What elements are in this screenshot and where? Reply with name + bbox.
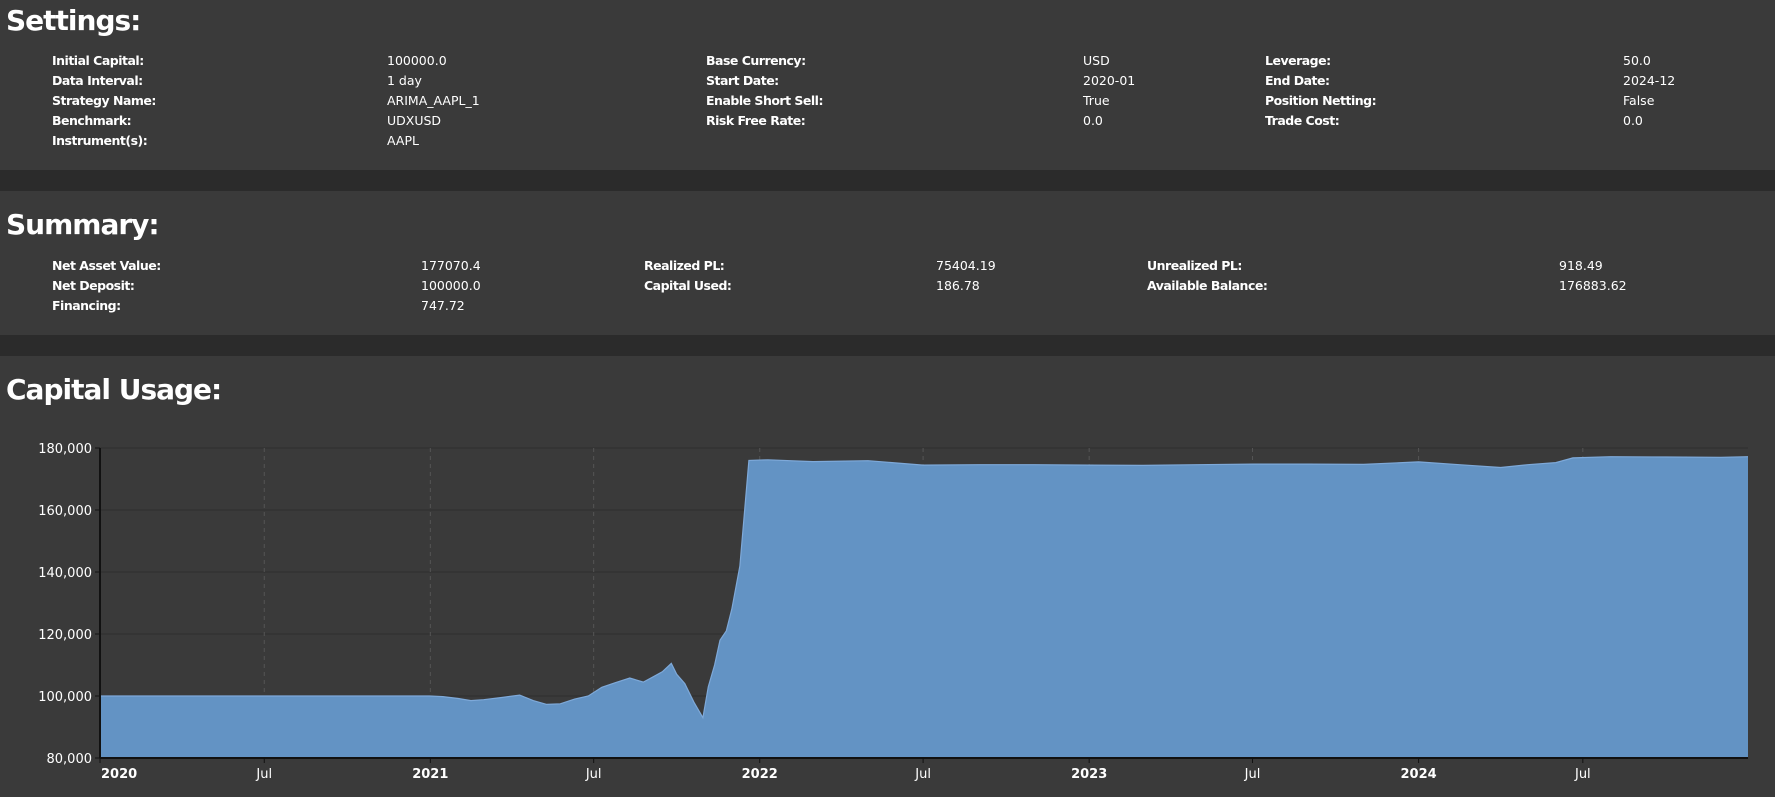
instruments-label: Instrument(s): xyxy=(52,133,148,148)
summary-title: Summary: xyxy=(6,208,160,241)
available-balance-value: 176883.62 xyxy=(1559,278,1627,293)
trade-cost-value: 0.0 xyxy=(1623,113,1643,128)
y-tick-label: 180,000 xyxy=(38,442,92,457)
trade-cost-label: Trade Cost: xyxy=(1265,113,1340,128)
x-tick-label: Jul xyxy=(914,767,931,782)
risk-free-rate-label: Risk Free Rate: xyxy=(706,113,806,128)
initial-capital-label: Initial Capital: xyxy=(52,53,144,68)
position-netting-value: False xyxy=(1623,93,1655,108)
net-deposit-value: 100000.0 xyxy=(421,278,481,293)
settings-title: Settings: xyxy=(6,4,141,37)
unrealized-pl-label: Unrealized PL: xyxy=(1147,258,1242,273)
net-deposit-label: Net Deposit: xyxy=(52,278,135,293)
x-tick-label: Jul xyxy=(1244,767,1261,782)
capital-used-label: Capital Used: xyxy=(644,278,732,293)
capital-used-value: 186.78 xyxy=(936,278,980,293)
y-tick-label: 160,000 xyxy=(38,504,92,519)
x-tick-label: 2020 xyxy=(101,767,137,782)
capital-usage-chart: 80,000 100,000 120,000 140,000 160,000 180,00… xyxy=(38,442,1749,782)
y-tick-label: 80,000 xyxy=(47,752,93,767)
realized-pl-label: Realized PL: xyxy=(644,258,725,273)
x-tick-label: 2023 xyxy=(1071,767,1107,782)
settings-panel: Settings: Initial Capital: 100000.0 Data… xyxy=(0,0,1775,170)
risk-free-rate-value: 0.0 xyxy=(1083,113,1103,128)
x-tick-label: Jul xyxy=(1574,767,1591,782)
enable-short-sell-value: True xyxy=(1083,93,1110,108)
leverage-value: 50.0 xyxy=(1623,53,1651,68)
end-date-value: 2024-12 xyxy=(1623,73,1676,88)
instruments-value: AAPL xyxy=(387,133,419,148)
x-tick-label: Jul xyxy=(585,767,602,782)
net-asset-value-value: 177070.4 xyxy=(421,258,481,273)
x-tick-label: Jul xyxy=(255,767,272,782)
y-tick-label: 120,000 xyxy=(38,628,92,643)
benchmark-label: Benchmark: xyxy=(52,113,132,128)
strategy-name-label: Strategy Name: xyxy=(52,93,156,108)
enable-short-sell-label: Enable Short Sell: xyxy=(706,93,823,108)
position-netting-label: Position Netting: xyxy=(1265,93,1377,108)
available-balance-label: Available Balance: xyxy=(1147,278,1268,293)
x-tick-label: 2024 xyxy=(1400,767,1436,782)
end-date-label: End Date: xyxy=(1265,73,1330,88)
benchmark-value: UDXUSD xyxy=(387,113,442,128)
x-tick-label: 2021 xyxy=(412,767,448,782)
base-currency-value: USD xyxy=(1083,53,1110,68)
net-asset-value-label: Net Asset Value: xyxy=(52,258,161,273)
financing-value: 747.72 xyxy=(421,298,465,313)
start-date-label: Start Date: xyxy=(706,73,779,88)
base-currency-label: Base Currency: xyxy=(706,53,806,68)
strategy-name-value: ARIMA_AAPL_1 xyxy=(387,93,480,108)
initial-capital-value: 100000.0 xyxy=(387,53,447,68)
summary-panel: Summary: Net Asset Value: 177070.4 Net D… xyxy=(0,191,1775,335)
y-tick-label: 100,000 xyxy=(38,690,92,705)
start-date-value: 2020-01 xyxy=(1083,73,1136,88)
data-interval-value: 1 day xyxy=(387,73,422,88)
data-interval-label: Data Interval: xyxy=(52,73,143,88)
capital-area-series xyxy=(100,456,1748,758)
unrealized-pl-value: 918.49 xyxy=(1559,258,1603,273)
financing-label: Financing: xyxy=(52,298,121,313)
x-tick-label: 2022 xyxy=(742,767,778,782)
capital-usage-panel: Capital Usage: 80,000 100,000 120,000 140,0… xyxy=(0,356,1775,797)
realized-pl-value: 75404.19 xyxy=(936,258,996,273)
leverage-label: Leverage: xyxy=(1265,53,1331,68)
y-tick-label: 140,000 xyxy=(38,566,92,581)
